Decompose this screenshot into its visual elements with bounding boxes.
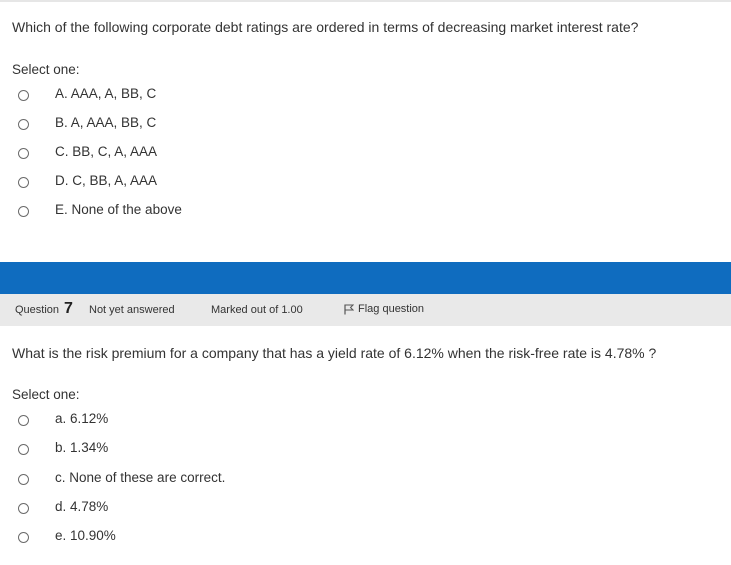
question-7-text: What is the risk premium for a company t… (12, 345, 657, 361)
radio-button[interactable] (18, 176, 29, 188)
q6-option-d[interactable]: D. C, BB, A, AAA (18, 172, 157, 192)
radio-button[interactable] (18, 205, 29, 217)
question-separator-band (0, 262, 731, 294)
q7-option-c[interactable]: c. None of these are correct. (18, 469, 225, 489)
radio-button[interactable] (18, 443, 29, 455)
q7-option-e-label[interactable]: e. 10.90% (55, 528, 116, 543)
question-7-info-bar: Question 7 Not yet answered Marked out o… (0, 294, 731, 326)
question-6-select-label: Select one: (12, 62, 80, 77)
flag-question-label[interactable]: Flag question (358, 303, 424, 315)
q7-option-d-label[interactable]: d. 4.78% (55, 499, 108, 514)
q6-option-a-label[interactable]: A. AAA, A, BB, C (55, 86, 156, 101)
q7-option-e[interactable]: e. 10.90% (18, 527, 116, 547)
q6-option-e[interactable]: E. None of the above (18, 201, 182, 221)
q7-option-b[interactable]: b. 1.34% (18, 439, 108, 459)
q6-option-b[interactable]: B. A, AAA, BB, C (18, 114, 156, 134)
question-6-text: Which of the following corporate debt ra… (12, 19, 639, 35)
q7-option-a-label[interactable]: a. 6.12% (55, 411, 108, 426)
flag-question-link[interactable]: Flag question (344, 303, 424, 315)
q6-option-d-label[interactable]: D. C, BB, A, AAA (55, 173, 157, 188)
radio-button[interactable] (18, 531, 29, 543)
question-number: 7 (64, 300, 73, 317)
radio-button[interactable] (18, 89, 29, 101)
q6-option-c[interactable]: C. BB, C, A, AAA (18, 143, 157, 163)
question-marks: Marked out of 1.00 (211, 304, 303, 316)
question-label: Question (15, 304, 60, 316)
radio-button[interactable] (18, 502, 29, 514)
flag-icon (344, 304, 354, 315)
radio-button[interactable] (18, 118, 29, 130)
question-status: Not yet answered (89, 304, 175, 316)
q6-option-b-label[interactable]: B. A, AAA, BB, C (55, 115, 156, 130)
q7-option-a[interactable]: a. 6.12% (18, 410, 108, 430)
q7-option-c-label[interactable]: c. None of these are correct. (55, 470, 225, 485)
q6-option-c-label[interactable]: C. BB, C, A, AAA (55, 144, 157, 159)
q7-option-b-label[interactable]: b. 1.34% (55, 440, 108, 455)
q6-option-a[interactable]: A. AAA, A, BB, C (18, 85, 156, 105)
radio-button[interactable] (18, 473, 29, 485)
q6-option-e-label[interactable]: E. None of the above (55, 202, 182, 217)
radio-button[interactable] (18, 414, 29, 426)
radio-button[interactable] (18, 147, 29, 159)
q7-option-d[interactable]: d. 4.78% (18, 498, 108, 518)
question-7-select-label: Select one: (12, 387, 80, 402)
top-divider (0, 0, 731, 2)
